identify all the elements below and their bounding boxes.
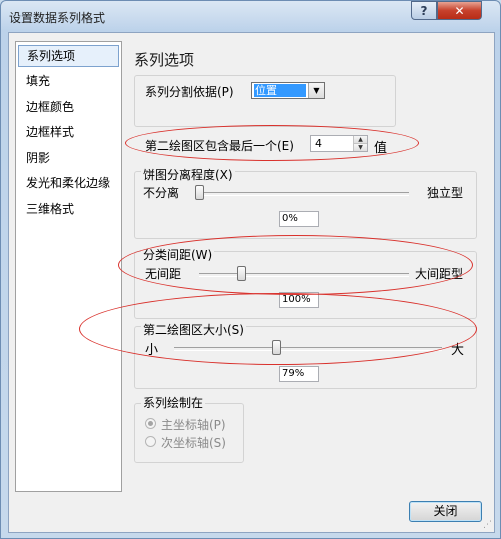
gap-width-slider-thumb[interactable] <box>237 266 246 281</box>
window-title: 设置数据系列格式 <box>9 11 106 25</box>
second-plot-size-slider-track[interactable] <box>174 347 442 351</box>
close-button[interactable]: 关闭 <box>409 501 482 522</box>
stepper-up-icon[interactable]: ▲ <box>354 136 367 143</box>
chevron-down-icon[interactable]: ▼ <box>308 83 324 98</box>
sidebar-item-shadow[interactable]: 阴影 <box>18 147 119 169</box>
second-plot-contains-unit: 值 <box>374 141 388 156</box>
resize-grip-icon[interactable]: ⋰ <box>483 520 492 530</box>
sidebar-item-label: 填充 <box>26 74 51 88</box>
gap-width-slider-track[interactable] <box>199 273 409 277</box>
pie-explosion-value[interactable]: 0% <box>279 211 319 227</box>
panel-heading: 系列选项 <box>134 51 195 69</box>
help-icon: ? <box>420 3 428 18</box>
sidebar-item-label: 系列选项 <box>27 49 76 63</box>
secondary-axis-label: 次坐标轴(S) <box>161 436 226 450</box>
second-plot-contains-stepper[interactable]: 4 ▲ ▼ <box>310 135 368 152</box>
split-by-value: 位置 <box>254 84 306 97</box>
sidebar-item-border-color[interactable]: 边框颜色 <box>18 96 119 118</box>
second-plot-contains-label: 第二绘图区包含最后一个(E) <box>145 139 294 153</box>
primary-axis-label: 主坐标轴(P) <box>161 418 226 432</box>
category-list: 系列选项 填充 边框颜色 边框样式 阴影 发光和柔化边缘 三维格式 <box>15 41 122 492</box>
sidebar-item-3d-format[interactable]: 三维格式 <box>18 198 119 220</box>
sidebar-item-label: 三维格式 <box>26 202 75 216</box>
sidebar-item-label: 边框样式 <box>26 125 75 139</box>
help-button[interactable]: ? <box>411 1 437 20</box>
second-plot-size-min-label: 小 <box>145 343 159 358</box>
title-bar[interactable]: 设置数据系列格式 ? ✕ <box>1 1 500 31</box>
second-plot-size-max-label: 大 <box>451 343 465 358</box>
sidebar-item-label: 边框颜色 <box>26 100 75 114</box>
primary-axis-radio[interactable] <box>145 418 156 429</box>
split-by-select[interactable]: 位置 ▼ <box>251 82 325 99</box>
window-close-button[interactable]: ✕ <box>437 1 482 20</box>
stepper-down-icon[interactable]: ▼ <box>354 143 367 151</box>
sidebar-item-border-style[interactable]: 边框样式 <box>18 121 119 143</box>
stepper-buttons: ▲ ▼ <box>353 136 367 151</box>
plot-series-on-label: 系列绘制在 <box>141 394 206 411</box>
second-plot-size-value[interactable]: 79% <box>279 366 319 382</box>
plot-series-on-group <box>134 403 244 463</box>
dialog-window: 设置数据系列格式 ? ✕ 系列选项 填充 边框颜色 边框样式 阴影 发光和柔化边… <box>0 0 501 539</box>
pie-explosion-min-label: 不分离 <box>143 186 180 200</box>
gap-width-max-label: 大间距型 <box>415 267 464 281</box>
series-options-panel: 系列选项 系列分割依据(P) 位置 ▼ 第二绘图区包含最后一个(E) 4 ▲ ▼… <box>79 41 489 492</box>
dialog-client-area: 系列选项 填充 边框颜色 边框样式 阴影 发光和柔化边缘 三维格式 系列选项 系… <box>8 32 495 533</box>
sidebar-item-label: 发光和柔化边缘 <box>26 176 111 190</box>
pie-explosion-max-label: 独立型 <box>427 186 464 200</box>
second-plot-contains-value: 4 <box>315 137 322 150</box>
sidebar-item-series-options[interactable]: 系列选项 <box>18 45 119 67</box>
pie-explosion-label: 饼图分离程度(X) <box>141 166 235 183</box>
sidebar-item-glow-soft-edges[interactable]: 发光和柔化边缘 <box>18 172 119 194</box>
secondary-axis-radio[interactable] <box>145 436 156 447</box>
pie-explosion-slider-thumb[interactable] <box>195 185 204 200</box>
sidebar-item-fill[interactable]: 填充 <box>18 70 119 92</box>
sidebar-item-label: 阴影 <box>26 151 51 165</box>
gap-width-label: 分类间距(W) <box>141 246 215 263</box>
second-plot-size-slider-thumb[interactable] <box>271 340 281 355</box>
gap-width-min-label: 无间距 <box>145 267 182 281</box>
second-plot-size-label: 第二绘图区大小(S) <box>141 321 246 338</box>
pie-explosion-slider-track[interactable] <box>199 192 409 196</box>
gap-width-value[interactable]: 100% <box>279 292 319 308</box>
split-by-label: 系列分割依据(P) <box>145 85 234 99</box>
close-icon: ✕ <box>454 3 465 18</box>
